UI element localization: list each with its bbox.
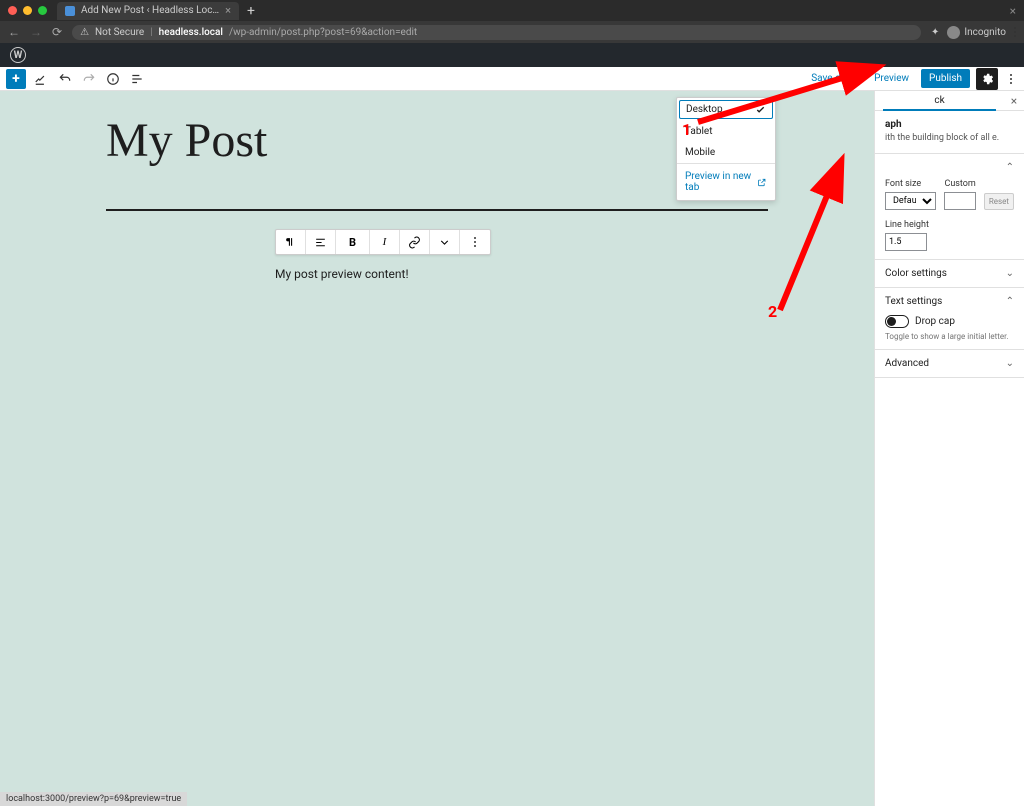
block-tab[interactable]: ck (875, 91, 1004, 110)
wp-admin-bar: W (0, 43, 1024, 67)
url-host: headless.local (159, 27, 223, 38)
preview-desktop-option[interactable]: Desktop (679, 100, 773, 119)
outline-icon[interactable] (128, 70, 146, 88)
color-settings-panel[interactable]: Color settings⌄ (875, 260, 1024, 288)
publish-button[interactable]: Publish (921, 69, 970, 88)
undo-icon[interactable] (56, 70, 74, 88)
url-bar: ← → ⟳ ⚠ Not Secure | headless.local/wp-a… (0, 21, 1024, 43)
traffic-lights (8, 6, 47, 15)
tab-favicon-icon (65, 6, 75, 16)
chevron-down-icon: ⌄ (1006, 358, 1014, 369)
post-title[interactable]: My Post (106, 113, 267, 168)
close-sidebar-button[interactable]: × (1004, 91, 1024, 110)
chevron-down-icon[interactable] (430, 230, 460, 254)
back-icon[interactable]: ← (8, 25, 20, 39)
extensions-icon[interactable]: ✦ (931, 27, 939, 38)
wordpress-logo-icon[interactable]: W (10, 47, 26, 63)
preview-mobile-option[interactable]: Mobile (677, 142, 775, 163)
tab-close-icon[interactable]: × (225, 4, 231, 17)
align-icon[interactable] (306, 230, 336, 254)
check-icon (755, 104, 766, 115)
block-info-panel: aph ith the building block of all e. (875, 111, 1024, 154)
chevron-up-icon[interactable]: ⌃ (1006, 296, 1014, 307)
annotation-label-2: 2 (768, 302, 777, 321)
reload-icon[interactable]: ⟳ (52, 25, 62, 39)
paragraph-block[interactable]: My post preview content! (275, 267, 409, 281)
url-path: /wp-admin/post.php?post=69&action=edit (229, 27, 417, 38)
paragraph-type-icon[interactable] (276, 230, 306, 254)
settings-button[interactable] (976, 68, 998, 90)
editor-canvas[interactable]: My Post B I My post preview content! Des… (0, 91, 874, 806)
tab-title: Add New Post ‹ Headless Loc… (81, 5, 219, 16)
editor-header: + Save draft Preview Publish (0, 67, 1024, 91)
text-settings-panel: Text settings⌃ Drop cap Toggle to show a… (875, 288, 1024, 350)
edit-tool-icon[interactable] (32, 70, 50, 88)
font-size-select[interactable]: Default (885, 192, 936, 210)
insecure-icon: ⚠ (80, 27, 89, 38)
separator-block[interactable] (106, 209, 768, 211)
annotation-label-1: 1 (682, 120, 691, 139)
info-icon[interactable] (104, 70, 122, 88)
preview-button[interactable]: Preview (868, 73, 915, 84)
incognito-badge[interactable]: Incognito (947, 26, 1006, 39)
forward-icon: → (30, 25, 42, 39)
block-toolbar: B I (275, 229, 491, 255)
preview-new-tab-link[interactable]: Preview in new tab (677, 164, 775, 200)
custom-size-input[interactable] (944, 192, 975, 210)
bold-icon[interactable]: B (336, 230, 370, 254)
line-height-input[interactable] (885, 233, 927, 251)
browser-tab[interactable]: Add New Post ‹ Headless Loc… × (57, 2, 239, 20)
drop-cap-toggle[interactable] (885, 315, 909, 328)
minimize-icon[interactable] (23, 6, 32, 15)
chevron-up-icon[interactable]: ⌃ (1006, 162, 1014, 173)
browser-menu-icon[interactable] (1014, 27, 1016, 37)
settings-sidebar: ck × aph ith the building block of all e… (874, 91, 1024, 806)
chevron-down-icon: ⌄ (1006, 268, 1014, 279)
save-draft-button[interactable]: Save draft (805, 73, 862, 84)
typography-panel: ⌃ Font size Default Custom Reset Line he… (875, 154, 1024, 260)
address-field[interactable]: ⚠ Not Secure | headless.local/wp-admin/p… (72, 25, 921, 40)
new-tab-button[interactable]: + (247, 3, 255, 19)
link-icon[interactable] (400, 230, 430, 254)
preview-dropdown: Desktop Tablet Mobile Preview in new tab (676, 97, 776, 201)
redo-icon (80, 70, 98, 88)
add-block-button[interactable]: + (6, 69, 26, 89)
close-icon[interactable] (8, 6, 17, 15)
status-bar: localhost:3000/preview?p=69&preview=true (0, 792, 187, 806)
incognito-icon (947, 26, 960, 39)
more-menu-button[interactable] (1004, 74, 1018, 84)
external-link-icon (757, 177, 767, 188)
italic-icon[interactable]: I (370, 230, 400, 254)
maximize-icon[interactable] (38, 6, 47, 15)
block-more-icon[interactable] (460, 230, 490, 254)
security-label: Not Secure (95, 27, 144, 38)
window-close-icon[interactable]: × (1010, 4, 1016, 18)
preview-tablet-option[interactable]: Tablet (677, 121, 775, 142)
advanced-panel[interactable]: Advanced⌄ (875, 350, 1024, 378)
reset-button[interactable]: Reset (984, 193, 1014, 210)
browser-titlebar: Add New Post ‹ Headless Loc… × + × (0, 0, 1024, 21)
